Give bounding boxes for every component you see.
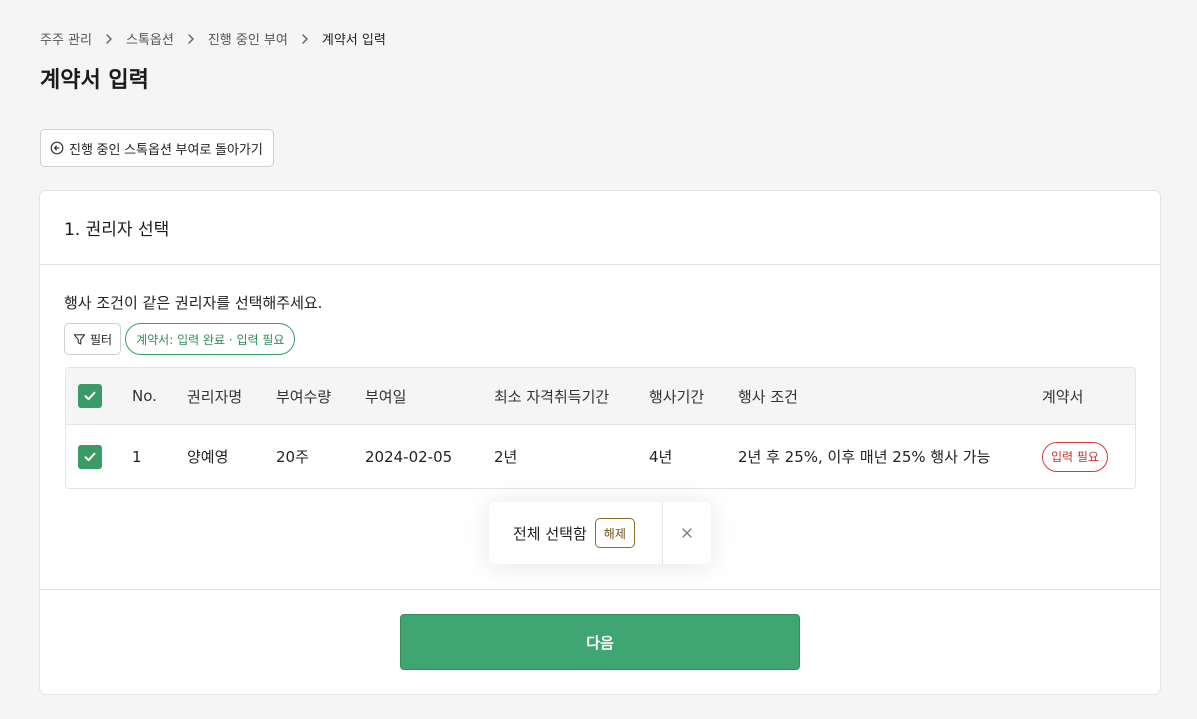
cell-vesting: 2년 [494,448,518,466]
cell-no: 1 [132,447,142,466]
next-button[interactable]: 다음 [400,614,800,670]
instruction-text: 행사 조건이 같은 권리자를 선택해주세요. [64,294,323,312]
chevron-right-icon [302,33,308,44]
holder-selection-card: 1. 권리자 선택 행사 조건이 같은 권리자를 선택해주세요. 필터 계약서:… [39,190,1161,695]
filter-icon [73,333,86,345]
back-button-label: 진행 중인 스톡옵션 부여로 돌아가기 [69,141,263,157]
table-header: No. 권리자명 부여수량 부여일 최소 자격취득기간 행사기간 행사 조건 계… [66,368,1135,425]
cell-grant-date: 2024-02-05 [365,447,453,466]
column-header-exercise-period: 행사기간 [649,387,705,406]
row-checkbox[interactable] [78,444,102,469]
page-title: 계약서 입력 [40,68,149,93]
breadcrumb-item-stockoption[interactable]: 스톡옵션 [126,29,174,48]
check-icon [84,452,96,461]
check-icon [84,391,96,401]
contract-filter-chip[interactable]: 계약서: 입력 완료 · 입력 필요 [125,323,296,355]
column-header-quantity: 부여수량 [276,387,332,406]
chevron-right-icon [188,33,194,44]
deselect-all-button[interactable]: 해제 [594,518,635,548]
section-title: 1. 권리자 선택 [40,191,1160,265]
column-header-name: 권리자명 [187,387,243,406]
toast-text: 전체 선택함 [513,524,587,543]
filter-bar: 필터 계약서: 입력 완료 · 입력 필요 [64,323,296,355]
column-header-vesting: 최소 자격취득기간 [494,387,610,406]
cell-name: 양예영 [187,448,229,466]
column-header-condition: 행사 조건 [738,387,798,406]
holders-table: No. 권리자명 부여수량 부여일 최소 자격취득기간 행사기간 행사 조건 계… [65,367,1136,489]
contract-status-badge[interactable]: 입력 필요 [1042,441,1108,472]
back-to-ongoing-grants-button[interactable]: 진행 중인 스톡옵션 부여로 돌아가기 [40,129,274,167]
filter-button-label: 필터 [90,332,113,347]
column-header-contract: 계약서 [1042,387,1084,406]
select-all-checkbox[interactable] [78,384,102,408]
breadcrumb-item-ongoing-grant[interactable]: 진행 중인 부여 [208,29,288,48]
arrow-left-circle-icon [50,141,64,155]
cell-exercise-period: 4년 [649,448,673,466]
breadcrumb-item-current: 계약서 입력 [321,33,386,48]
cell-condition: 2년 후 25%, 이후 매년 25% 행사 가능 [738,448,991,466]
chevron-right-icon [106,33,112,44]
divider [40,589,1160,590]
selection-toast: 전체 선택함 해제 [489,502,711,564]
column-header-no: No. [132,387,157,405]
close-icon [682,528,692,538]
breadcrumb-item-shareholder[interactable]: 주주 관리 [40,29,92,48]
breadcrumb: 주주 관리 스톡옵션 진행 중인 부여 계약서 입력 [40,29,386,48]
toast-close-button[interactable] [663,502,711,564]
cell-quantity: 20주 [276,448,309,466]
column-header-grant-date: 부여일 [365,387,407,406]
filter-button[interactable]: 필터 [64,323,122,355]
table-row[interactable]: 1 양예영 20주 2024-02-05 2년 4년 2년 후 25%, 이후 … [66,425,1135,488]
